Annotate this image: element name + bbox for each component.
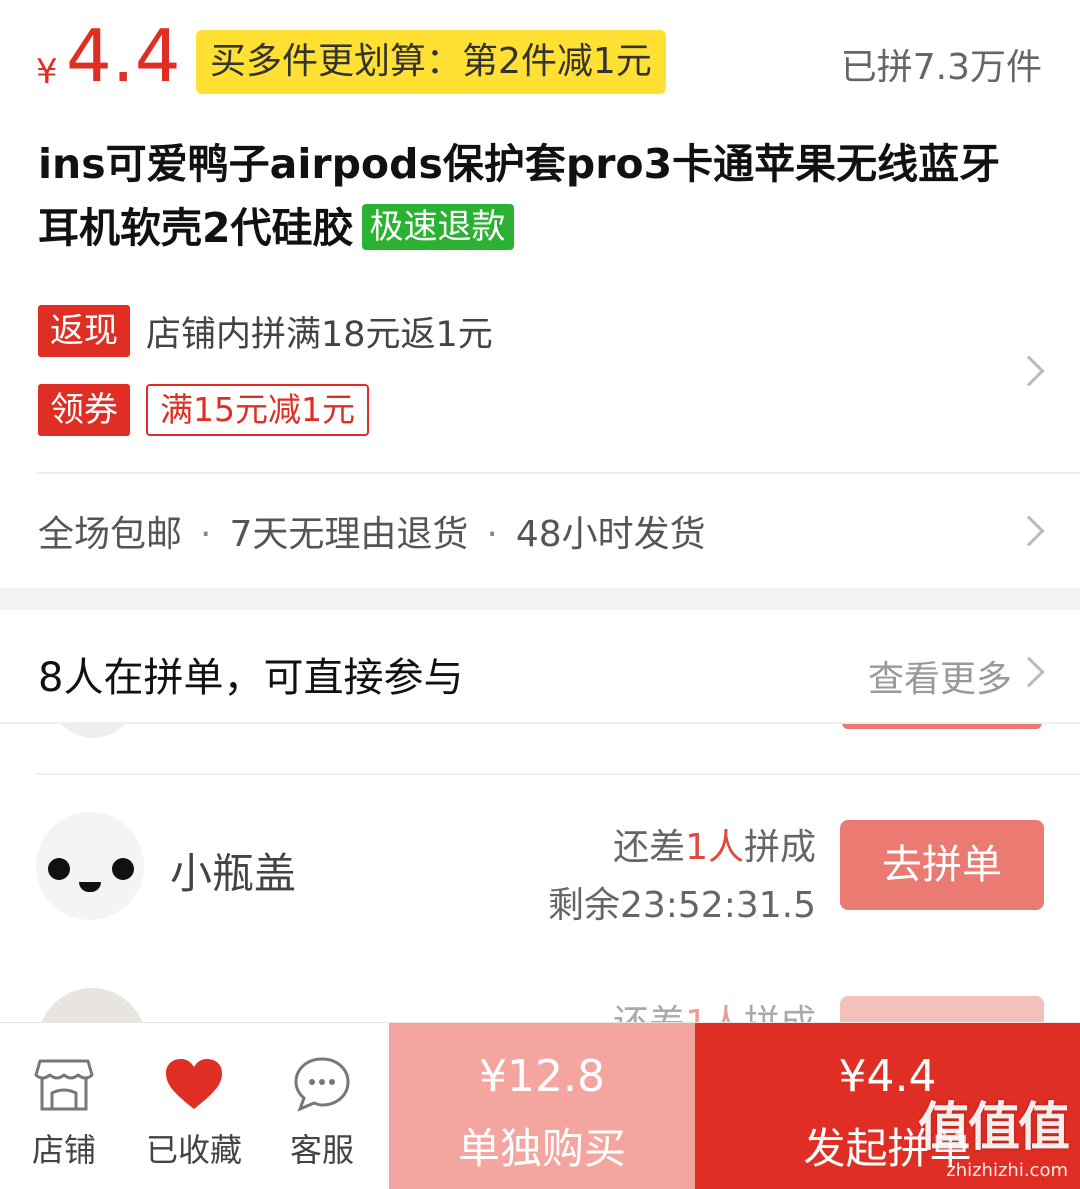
group-needed-status: 还差1人拼成 [613,827,816,868]
avatar-eye [112,858,134,880]
cashback-tag: 返现 [38,305,130,357]
watermark-site: zhizhizhi.com [946,1160,1068,1181]
group-remaining-time: 剩余23:52:31.5 [547,885,816,926]
cashback-row[interactable]: 返现 店铺内拼满18元返1元 [38,305,493,357]
price-currency: ¥ [36,52,58,92]
product-title: ins可爱鸭子airpods保护套pro3卡通苹果无线蓝牙耳机软壳2代硅胶 极速退… [38,132,1038,260]
service-free-shipping: 全场包邮 [38,514,183,555]
favorite-label: 已收藏 [145,1131,242,1169]
see-more-link[interactable]: 查看更多 [868,650,1012,702]
divider [36,773,1080,775]
avatar [36,812,144,920]
cashback-text: 店铺内拼满18元返1元 [146,314,493,355]
sold-count: 已拼7.3万件 [840,47,1042,88]
heart-icon [166,1059,222,1109]
service-48h-ship: 48小时发货 [515,514,706,555]
watermark-logo: 值值值 [917,1098,1070,1158]
join-group-button[interactable] [842,724,1042,729]
store-label: 店铺 [31,1131,96,1169]
product-title-text: ins可爱鸭子airpods保护套pro3卡通苹果无线蓝牙耳机软壳2代硅胶 [38,140,1001,252]
multi-buy-promo-tag: 买多件更划算：第2件减1元 [196,30,666,94]
price-row: ¥ 4.4 买多件更划算：第2件减1元 已拼7.3万件 [0,0,1080,120]
store-icon [34,1059,94,1111]
divider [36,472,1080,474]
chat-bubble-icon [294,1057,350,1112]
solo-price: ¥12.8 [479,1051,605,1102]
customer-service-nav[interactable]: 客服 [262,1023,382,1189]
watermark: 值值值 zhizhizhi.com [917,1085,1070,1181]
buy-solo-button[interactable]: ¥12.8 单独购买 [389,1023,695,1189]
price-value: 4.4 [66,14,181,98]
solo-label: 单独购买 [457,1124,626,1173]
avatar-mouth [79,882,101,892]
coupon-box[interactable]: 满15元减1元 [146,384,369,436]
avatar [48,724,138,738]
chevron-right-icon[interactable] [1013,656,1045,688]
group-section-header: 8人在拼单，可直接参与 [38,655,464,701]
favorite-nav[interactable]: 已收藏 [134,1023,254,1189]
service-row[interactable]: 全场包邮 · 7天无理由退货 · 48小时发货 [38,505,706,557]
coupon-tag: 领券 [38,384,130,436]
coupon-row[interactable]: 领券 满15元减1元 [38,384,369,436]
chevron-right-icon[interactable] [1013,355,1045,387]
service-7day-return: 7天无理由退货 [229,514,469,555]
join-group-button[interactable]: 去拼单 [840,820,1044,910]
avatar-eye [48,858,70,880]
customer-service-label: 客服 [289,1131,354,1169]
store-nav[interactable]: 店铺 [4,1023,124,1189]
chevron-right-icon[interactable] [1013,515,1045,547]
fast-refund-badge: 极速退款 [361,204,514,250]
partial-group-row [0,724,1080,744]
group-leader-name: 小瓶盖 [170,849,297,898]
section-separator [0,588,1080,610]
